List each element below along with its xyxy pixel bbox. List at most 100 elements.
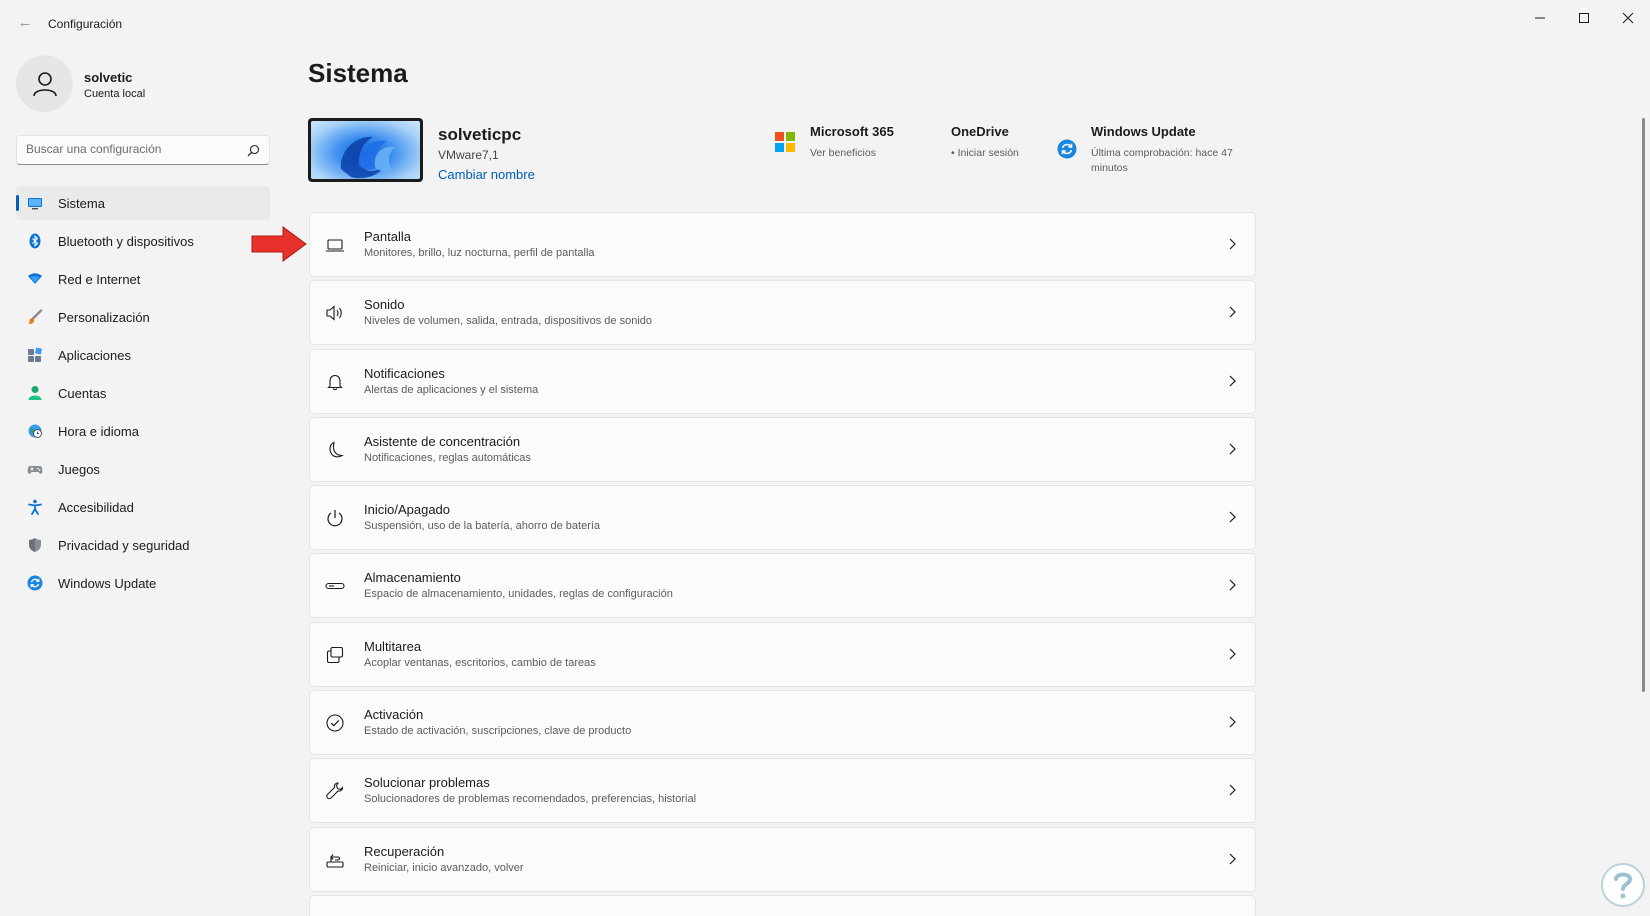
ms365-title: Microsoft 365 bbox=[810, 124, 894, 139]
maximize-button[interactable] bbox=[1562, 4, 1606, 32]
search-input[interactable] bbox=[26, 142, 236, 156]
sidebar-item-label: Cuentas bbox=[58, 386, 107, 401]
sidebar-item-label: Hora e idioma bbox=[58, 424, 139, 439]
sidebar-item-hora[interactable]: Hora e idioma bbox=[16, 414, 270, 448]
windows-update-title: Windows Update bbox=[1091, 124, 1196, 139]
card-subtitle: Solucionadores de problemas recomendados… bbox=[364, 793, 697, 806]
card-title: Inicio/Apagado bbox=[364, 502, 451, 518]
display-icon bbox=[325, 235, 345, 255]
gamepad-icon bbox=[27, 461, 43, 477]
back-button[interactable]: ← bbox=[14, 12, 36, 34]
sidebar-item-windows-update[interactable]: Windows Update bbox=[16, 566, 270, 600]
sidebar-nav: Sistema Bluetooth y dispositivos Red e I… bbox=[16, 186, 270, 604]
sidebar-item-red[interactable]: Red e Internet bbox=[16, 262, 270, 296]
sidebar-item-accesibilidad[interactable]: Accesibilidad bbox=[16, 490, 270, 524]
card-subtitle: Notificaciones, reglas automáticas bbox=[364, 451, 531, 464]
card-almacenamiento[interactable]: Almacenamiento Espacio de almacenamiento… bbox=[309, 553, 1256, 619]
minimize-button[interactable] bbox=[1518, 4, 1562, 32]
card-solucionar-problemas[interactable]: Solucionar problemas Solucionadores de p… bbox=[309, 758, 1256, 824]
card-sonido[interactable]: Sonido Niveles de volumen, salida, entra… bbox=[309, 280, 1256, 346]
rename-link[interactable]: Cambiar nombre bbox=[438, 167, 535, 182]
card-subtitle: Monitores, brillo, luz nocturna, perfil … bbox=[364, 247, 595, 259]
recovery-icon bbox=[325, 850, 345, 870]
card-notificaciones[interactable]: Notificaciones Alertas de aplicaciones y… bbox=[309, 348, 1256, 414]
bluetooth-icon bbox=[27, 233, 43, 249]
page-title: Sistema bbox=[308, 58, 408, 88]
close-button[interactable] bbox=[1606, 4, 1650, 32]
card-inicio-apagado[interactable]: Inicio/Apagado Suspensión, uso de la bat… bbox=[309, 485, 1256, 551]
sidebar-item-bluetooth[interactable]: Bluetooth y dispositivos bbox=[16, 224, 270, 258]
monitor-icon bbox=[27, 195, 43, 211]
onedrive-tile[interactable]: OneDrive • Iniciar sesión bbox=[951, 124, 1019, 161]
sidebar-item-personalizacion[interactable]: Personalización bbox=[16, 300, 270, 334]
card-subtitle: Estado de activación, suscripciones, cla… bbox=[364, 725, 632, 738]
avatar bbox=[16, 55, 73, 112]
bell-icon bbox=[325, 372, 345, 392]
sidebar-item-label: Windows Update bbox=[58, 576, 157, 591]
minimize-icon bbox=[1535, 17, 1545, 19]
speaker-icon bbox=[325, 303, 345, 323]
sidebar-item-label: Red e Internet bbox=[58, 272, 141, 287]
onedrive-title: OneDrive bbox=[951, 124, 1009, 139]
close-icon bbox=[1622, 12, 1634, 24]
search-box bbox=[16, 135, 270, 165]
card-title: Asistente de concentración bbox=[364, 433, 521, 449]
chevron-right-icon bbox=[1229, 238, 1236, 250]
chevron-right-icon bbox=[1229, 306, 1236, 318]
card-subtitle: Niveles de volumen, salida, entrada, dis… bbox=[364, 315, 652, 328]
sidebar-item-sistema[interactable]: Sistema bbox=[16, 186, 270, 220]
card-activacion[interactable]: Activación Estado de activación, suscrip… bbox=[309, 690, 1256, 756]
profile-name: solvetic bbox=[84, 70, 133, 85]
scrollbar[interactable] bbox=[1642, 118, 1645, 692]
chevron-right-icon bbox=[1229, 716, 1236, 728]
title-bar: ← Configuración bbox=[0, 0, 1650, 46]
card-subtitle: Espacio de almacenamiento, unidades, reg… bbox=[364, 588, 673, 601]
card-multitarea[interactable]: Multitarea Acoplar ventanas, escritorios… bbox=[309, 621, 1256, 687]
accessibility-icon bbox=[27, 499, 43, 515]
sidebar-item-label: Personalización bbox=[58, 310, 150, 325]
card-title: Solucionar problemas bbox=[364, 775, 490, 791]
device-thumbnail bbox=[308, 118, 423, 182]
card-recuperacion[interactable]: Recuperación Reiniciar, inicio avanzado,… bbox=[309, 826, 1256, 892]
card-title: Sonido bbox=[364, 297, 405, 313]
chevron-right-icon bbox=[1229, 580, 1236, 591]
card-next-partial[interactable] bbox=[309, 894, 1256, 916]
moon-icon bbox=[325, 440, 345, 460]
card-subtitle: Suspensión, uso de la batería, ahorro de… bbox=[364, 520, 601, 533]
power-icon bbox=[325, 508, 345, 528]
arrow-left-icon: ← bbox=[17, 14, 33, 31]
windows-update-tile[interactable]: Windows Update Última comprobación: hace… bbox=[1091, 124, 1261, 176]
red-arrow-annotation bbox=[251, 226, 307, 262]
card-title: Notificaciones bbox=[364, 365, 445, 381]
card-subtitle: Alertas de aplicaciones y el sistema bbox=[364, 383, 539, 396]
ms365-sub: Ver beneficios bbox=[810, 147, 876, 159]
wrench-icon bbox=[325, 781, 345, 801]
chevron-right-icon bbox=[1229, 443, 1236, 455]
storage-icon bbox=[325, 576, 345, 596]
person-icon bbox=[32, 71, 57, 96]
window-title: Configuración bbox=[48, 17, 123, 31]
sidebar-item-juegos[interactable]: Juegos bbox=[16, 452, 270, 486]
settings-list: Pantalla Monitores, brillo, luz nocturna… bbox=[309, 212, 1256, 916]
profile-account-type: Cuenta local bbox=[84, 88, 146, 100]
card-asistente-concentracion[interactable]: Asistente de concentración Notificacione… bbox=[309, 416, 1256, 482]
sidebar-item-label: Aplicaciones bbox=[58, 348, 131, 363]
ms365-tile[interactable]: Microsoft 365 Ver beneficios bbox=[810, 124, 894, 161]
apps-icon bbox=[27, 347, 43, 363]
card-pantalla[interactable]: Pantalla Monitores, brillo, luz nocturna… bbox=[309, 212, 1256, 277]
sidebar-item-privacidad[interactable]: Privacidad y seguridad bbox=[16, 528, 270, 562]
user-profile[interactable]: solvetic Cuenta local bbox=[16, 55, 276, 113]
update-icon bbox=[1057, 139, 1077, 159]
card-title: Multitarea bbox=[364, 638, 422, 654]
sidebar-item-cuentas[interactable]: Cuentas bbox=[16, 376, 270, 410]
chevron-right-icon bbox=[1229, 853, 1236, 865]
sidebar-item-label: Sistema bbox=[58, 196, 105, 211]
device-model: VMware7,1 bbox=[438, 148, 499, 162]
chevron-right-icon bbox=[1229, 511, 1236, 523]
chevron-right-icon bbox=[1229, 375, 1236, 387]
search-icon[interactable] bbox=[247, 144, 260, 157]
multitask-icon bbox=[325, 645, 345, 665]
person-icon bbox=[27, 385, 43, 401]
card-title: Activación bbox=[364, 707, 424, 723]
sidebar-item-aplicaciones[interactable]: Aplicaciones bbox=[16, 338, 270, 372]
